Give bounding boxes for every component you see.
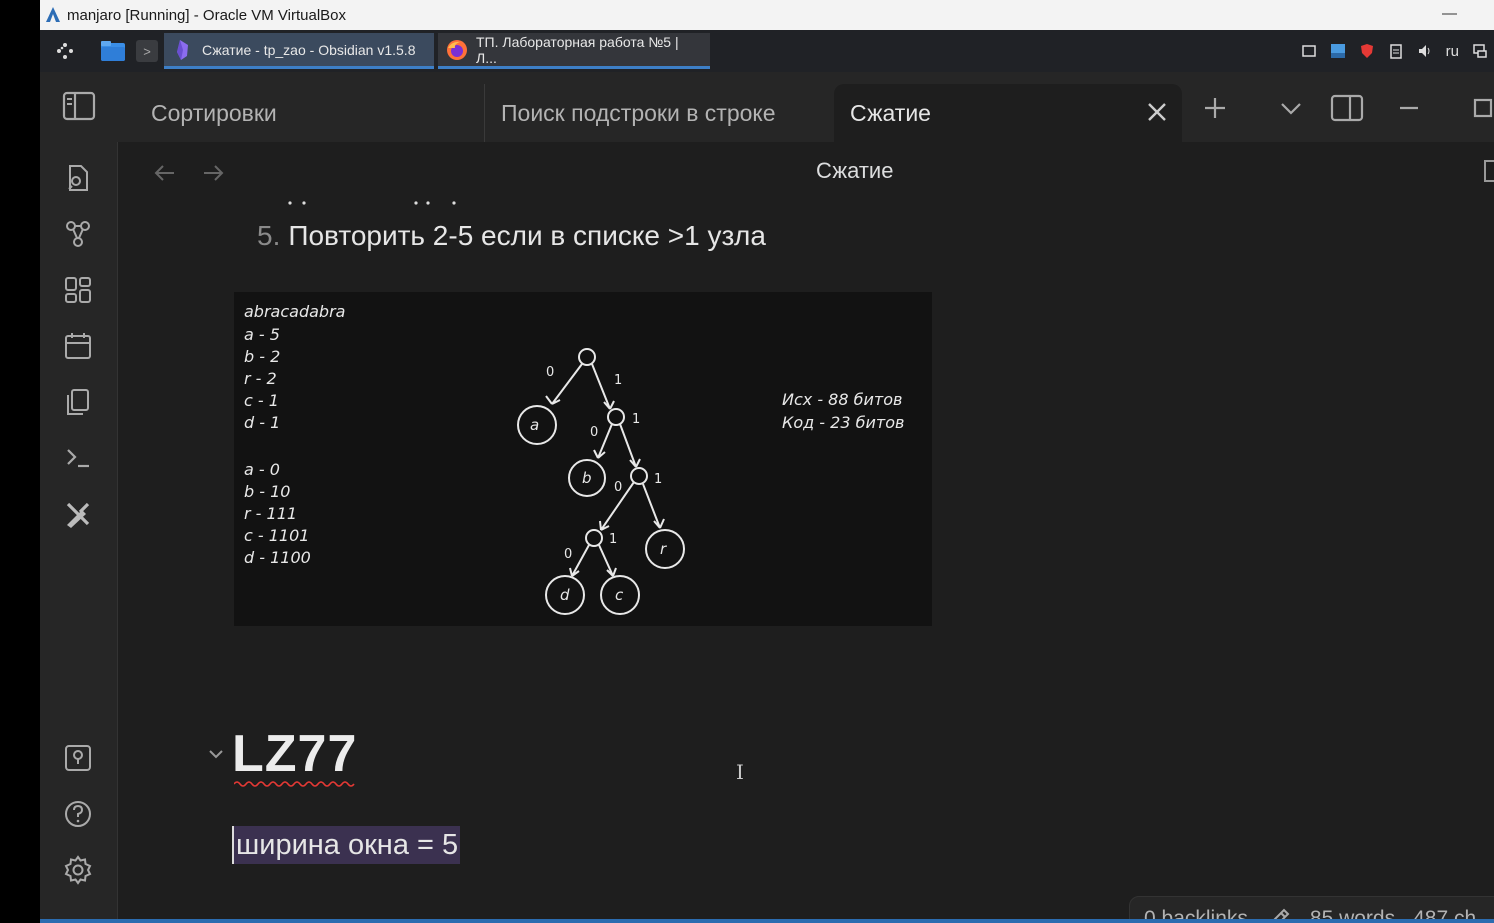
obsidian-icon	[177, 39, 188, 60]
tree-leaf: d	[560, 586, 570, 604]
copy-icon[interactable]	[62, 386, 94, 418]
drawing-code: d - 1100	[244, 548, 311, 567]
volume-icon[interactable]	[1417, 43, 1433, 59]
tab-compression[interactable]: Сжатие	[834, 84, 1182, 142]
edge-label: 0	[564, 547, 572, 562]
network-icon[interactable]	[1472, 43, 1488, 59]
chevron-down-icon[interactable]	[1276, 94, 1306, 122]
drawing-word: abracadabra	[244, 302, 345, 321]
file-search-icon[interactable]	[62, 162, 94, 194]
edge-label: 0	[546, 365, 554, 380]
task-label: Сжатие - tp_zao - Obsidian v1.5.8	[202, 41, 416, 58]
back-arrow-icon[interactable]	[152, 160, 178, 186]
desktop-icon[interactable]	[1330, 43, 1346, 59]
heading-text: LZ77	[232, 725, 358, 783]
drawing-code: a - 0	[244, 460, 280, 479]
tab-bar: Сортировки Поиск подстроки в строке Сжат…	[40, 72, 1494, 142]
forward-arrow-icon[interactable]	[200, 160, 226, 186]
taskbar: > Сжатие - tp_zao - Obsidian v1.5.8 ТП. …	[40, 30, 1494, 72]
text-cursor: I	[736, 760, 744, 784]
list-number: 5.	[257, 220, 281, 251]
settings-gear-icon[interactable]	[62, 854, 94, 886]
edge-label: 1	[632, 412, 640, 427]
tree-leaf: r	[660, 540, 667, 558]
list-text: Повторить 2-5 если в списке >1 узла	[288, 220, 766, 251]
calendar-icon[interactable]	[62, 330, 94, 362]
shield-icon[interactable]	[1359, 43, 1375, 59]
keyboard-layout[interactable]: ru	[1446, 43, 1459, 60]
tab-sorting[interactable]: Сортировки	[135, 84, 480, 142]
drawing-stat: Исх - 88 битов	[782, 390, 902, 409]
list-item: 5. Повторить 2-5 если в списке >1 узла	[257, 220, 766, 252]
drawing-stat: Код - 23 битов	[782, 413, 904, 432]
command-palette-icon[interactable]	[62, 442, 94, 474]
drawing-code: b - 10	[244, 482, 290, 501]
task-label: ТП. Лабораторная работа №5 | Л...	[476, 33, 679, 66]
help-icon[interactable]	[62, 798, 94, 830]
drawing-freq: a - 5	[244, 325, 280, 344]
fold-chevron-icon[interactable]	[206, 744, 226, 764]
drawing-freq: c - 1	[244, 391, 279, 410]
note-view: Сжатие 5. Повторить 2-5 если в списке >1 …	[118, 142, 1494, 923]
taskbar-item-firefox[interactable]: ТП. Лабораторная работа №5 | Л...	[438, 33, 710, 69]
edge-label: 0	[614, 480, 622, 495]
tab-label: Сортировки	[151, 99, 277, 126]
close-tab-icon[interactable]	[1144, 99, 1170, 125]
guest-screen: > Сжатие - tp_zao - Obsidian v1.5.8 ТП. …	[40, 30, 1494, 923]
drawing-code: r - 111	[244, 504, 297, 523]
taskbar-item-obsidian[interactable]: Сжатие - tp_zao - Obsidian v1.5.8	[164, 33, 434, 69]
vbox-titlebar: manjaro [Running] - Oracle VM VirtualBox…	[40, 0, 1494, 30]
window-icon[interactable]	[1301, 43, 1317, 59]
view-actions-icon[interactable]	[1484, 160, 1494, 182]
edge-label: 1	[614, 373, 622, 388]
terminal-icon[interactable]: >	[136, 40, 158, 62]
drawing-freq: b - 2	[244, 347, 280, 366]
spellcheck-underline	[234, 781, 355, 787]
tab-label: Поиск подстроки в строке	[501, 99, 776, 126]
drawing-code: c - 1101	[244, 526, 309, 545]
excalidraw-icon[interactable]	[62, 498, 94, 530]
minimize-window-icon[interactable]	[1394, 94, 1424, 122]
clipped-text-line	[288, 201, 456, 205]
tree-leaf: b	[582, 469, 592, 487]
drawing-freq: r - 2	[244, 369, 277, 388]
edge-label: 1	[654, 472, 662, 487]
selected-paragraph[interactable]: ширина окна = 5	[232, 826, 461, 864]
tree-leaf: a	[530, 416, 539, 434]
canvas-icon[interactable]	[62, 274, 94, 306]
drawing-freq: d - 1	[244, 413, 280, 432]
edge-label: 0	[590, 425, 598, 440]
new-tab-icon[interactable]	[1200, 94, 1230, 122]
vault-switch-icon[interactable]	[62, 742, 94, 774]
minimize-button[interactable]: —	[1442, 5, 1457, 22]
huffman-drawing[interactable]: abracadabra a - 5 b - 2 r - 2 c - 1 d - …	[234, 292, 932, 626]
graph-view-icon[interactable]	[62, 218, 94, 250]
firefox-icon	[447, 39, 467, 60]
sidebar-toggle-icon[interactable]	[62, 90, 96, 122]
bottom-strip	[40, 919, 1494, 923]
view-header-title[interactable]: Сжатие	[816, 158, 893, 184]
system-tray: ru	[1301, 30, 1494, 72]
vbox-title: manjaro [Running] - Oracle VM VirtualBox	[67, 6, 347, 24]
maximize-window-icon[interactable]	[1468, 94, 1494, 122]
clipboard-icon[interactable]	[1388, 43, 1404, 59]
heading-lz77[interactable]: LZ77	[232, 724, 358, 787]
tree-leaf: c	[615, 586, 624, 604]
left-ribbon	[40, 142, 118, 923]
virtualbox-icon	[46, 7, 60, 22]
file-manager-icon[interactable]	[100, 40, 126, 62]
tab-substring-search[interactable]: Поиск подстроки в строке	[484, 84, 830, 142]
tab-label: Сжатие	[850, 99, 931, 126]
edge-label: 1	[609, 532, 617, 547]
right-sidebar-toggle-icon[interactable]	[1330, 94, 1364, 122]
app-launcher-icon[interactable]	[52, 38, 78, 64]
